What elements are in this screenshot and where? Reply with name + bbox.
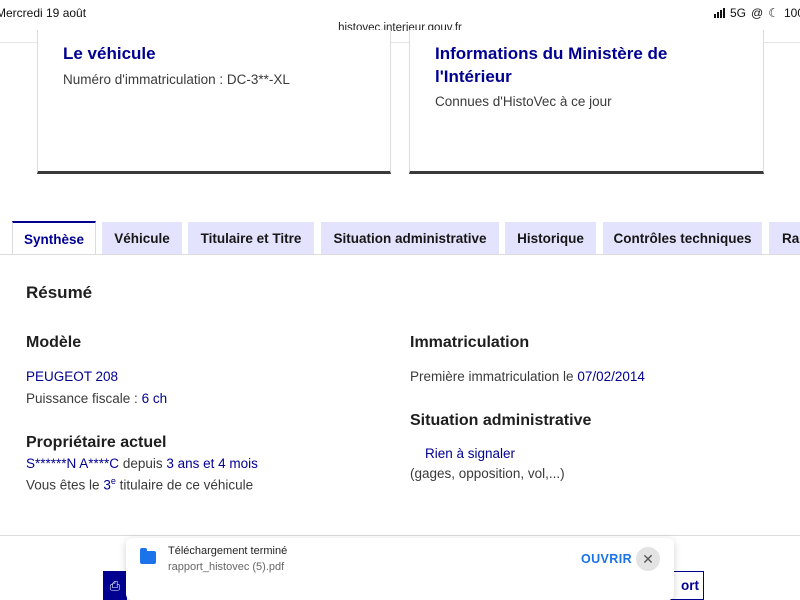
open-download-button[interactable]: OUVRIR xyxy=(581,552,632,566)
owner-rank-prefix: Vous êtes le xyxy=(26,477,104,493)
ministry-card-subtitle: Connues d'HistoVec à ce jour xyxy=(435,94,612,109)
vehicle-card[interactable]: Le véhicule Numéro d'immatriculation : D… xyxy=(37,30,391,174)
owner-rank-value: 3 xyxy=(103,477,111,493)
download-filename: rapport_histovec (5).pdf xyxy=(168,561,285,573)
admin-details: (gages, opposition, vol,...) xyxy=(410,466,565,481)
model-name: PEUGEOT 208 xyxy=(26,369,119,384)
tab-titulaire[interactable]: Titulaire et Titre xyxy=(188,222,314,255)
status-indicators: 5G @ ☾ 100 xyxy=(714,6,800,20)
owner-line: S******N A****C depuis 3 ans et 4 mois xyxy=(26,456,258,471)
owner-heading: Propriétaire actuel xyxy=(26,434,167,451)
owner-name: S******N A****C xyxy=(26,456,120,471)
tab-situation[interactable]: Situation administrative xyxy=(321,222,499,255)
admin-heading: Situation administrative xyxy=(410,412,592,429)
tab-historique[interactable]: Historique xyxy=(505,222,596,255)
download-notification: Téléchargement terminé rapport_histovec … xyxy=(126,538,674,600)
first-registration: Première immatriculation le 07/02/2014 xyxy=(410,369,645,384)
owner-rank: Vous êtes le 3e titulaire de ce véhicule xyxy=(26,476,253,493)
folder-icon xyxy=(140,548,156,564)
admin-status: Rien à signaler xyxy=(425,446,516,461)
first-registration-label: Première immatriculation le xyxy=(410,369,578,384)
report-button[interactable]: ort xyxy=(670,571,704,600)
tab-rapport[interactable]: Rap xyxy=(769,222,800,255)
rotation-lock-icon: @ xyxy=(751,6,764,20)
signal-icon xyxy=(714,8,725,18)
tab-vehicule[interactable]: Véhicule xyxy=(102,222,182,255)
owner-since-value: 3 ans et 4 mois xyxy=(166,456,258,471)
first-registration-date: 07/02/2014 xyxy=(577,369,645,384)
status-date: Mercredi 19 août xyxy=(0,6,87,20)
ministry-card-title[interactable]: Informations du Ministère de l'Intérieur xyxy=(435,42,735,88)
registration-heading: Immatriculation xyxy=(410,334,530,351)
model-heading: Modèle xyxy=(26,334,82,351)
battery-label: 100 xyxy=(783,6,800,20)
print-button[interactable]: ⎙ xyxy=(103,571,127,600)
tab-synthese[interactable]: Synthèse xyxy=(12,221,96,256)
fiscal-power-value: 6 ch xyxy=(141,391,168,406)
fiscal-power: Puissance fiscale : 6 ch xyxy=(26,391,167,406)
summary-title: Résumé xyxy=(26,283,93,302)
fiscal-power-label: Puissance fiscale : xyxy=(26,391,142,406)
tab-controles[interactable]: Contrôles techniques xyxy=(603,222,762,255)
download-title: Téléchargement terminé xyxy=(168,545,288,557)
moon-icon: ☾ xyxy=(768,6,779,20)
plate-number: Numéro d'immatriculation : DC-3**-XL xyxy=(63,72,290,87)
network-label: 5G xyxy=(730,6,747,20)
vehicle-card-title[interactable]: Le véhicule xyxy=(63,42,156,65)
report-tabs: Synthèse Véhicule Titulaire et Titre Sit… xyxy=(0,221,800,256)
print-icon: ⎙ xyxy=(109,577,121,593)
close-icon[interactable]: ✕ xyxy=(636,547,660,571)
owner-since-label: depuis xyxy=(119,456,167,471)
owner-rank-suffix: titulaire de ce véhicule xyxy=(115,477,254,493)
ministry-card[interactable]: Informations du Ministère de l'Intérieur… xyxy=(409,30,764,174)
